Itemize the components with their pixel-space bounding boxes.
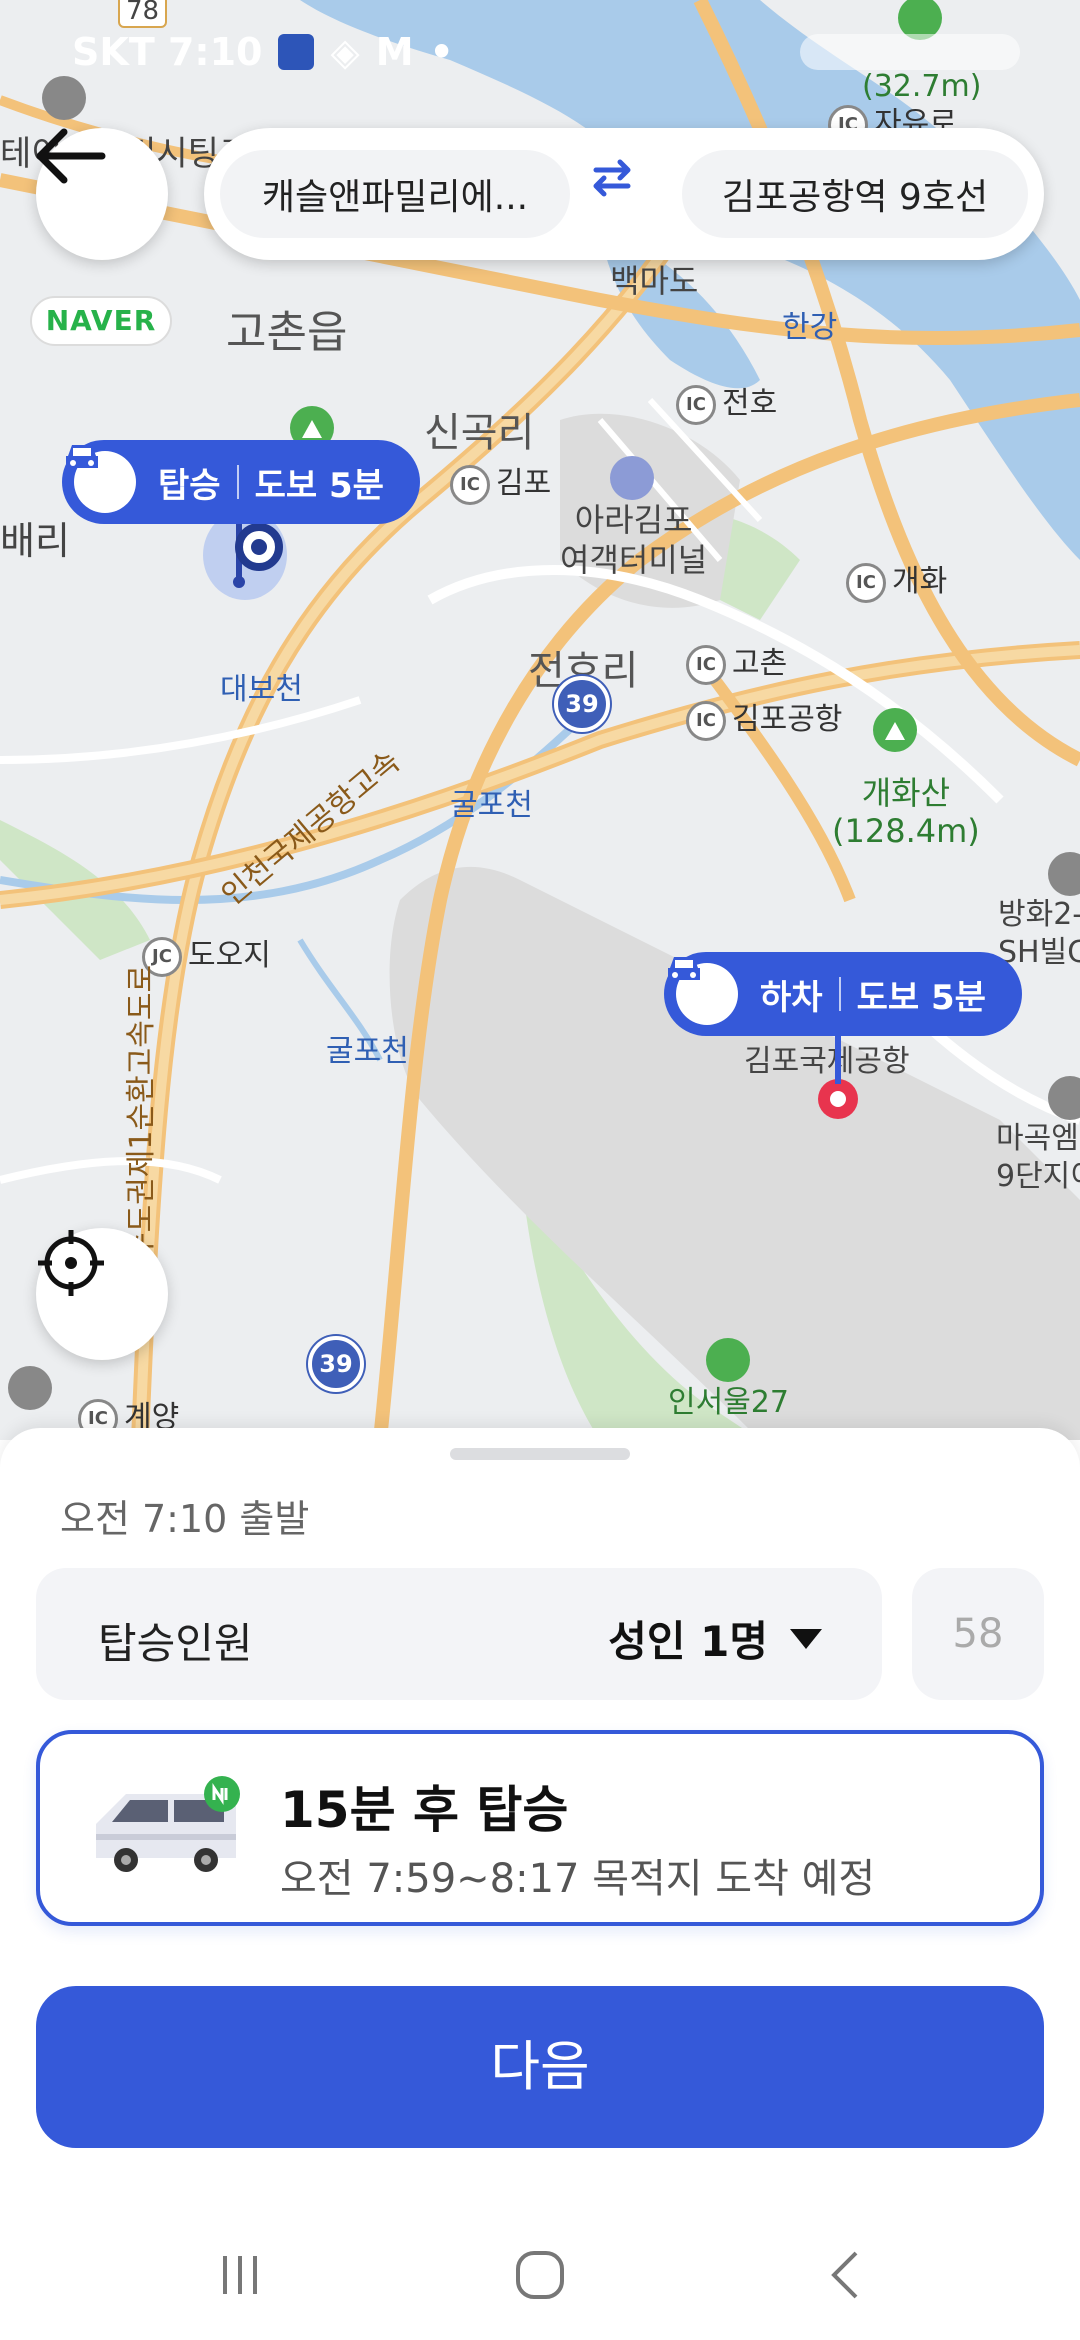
- navigation-icon: ◈: [330, 30, 360, 74]
- boarding-eta: 15분 후 탑승: [280, 1781, 569, 1839]
- recent-apps-button[interactable]: [180, 2230, 300, 2320]
- dot-icon: •: [429, 30, 454, 74]
- mail-icon: M: [375, 30, 414, 74]
- alighting-action: 하차: [760, 977, 823, 1018]
- route-39-shield: 39: [554, 676, 610, 732]
- next-button[interactable]: 다음: [36, 1986, 1044, 2148]
- origin-field[interactable]: 캐슬앤파밀리에...: [220, 150, 570, 238]
- back-nav-button[interactable]: [784, 2230, 904, 2320]
- current-location-button[interactable]: [36, 1228, 168, 1360]
- home-icon: [516, 2251, 564, 2299]
- recents-icon: [223, 2256, 257, 2294]
- departure-time: 오전 7:10 출발: [60, 1497, 310, 1541]
- van-icon: [96, 1776, 240, 1872]
- magok-label: 마곡엠 9단지이: [996, 1121, 1080, 1194]
- ring-expressway-label: 수도권제1순환고속도로: [124, 964, 159, 1260]
- left-edge-label: 배리: [0, 519, 70, 563]
- destination-field[interactable]: 김포공항역 9호선: [682, 150, 1028, 238]
- sheet-grabber[interactable]: [450, 1448, 630, 1460]
- app-notification-icon: [278, 34, 315, 70]
- status-bar: SKT 7:10 ◈ M •: [0, 0, 1080, 110]
- gimpo-intl-airport-label: 김포국제공항: [744, 1044, 910, 1079]
- gochon-ic-label: IC 고촌: [686, 638, 787, 685]
- gimpo-airport-ic-label: IC 김포공항: [686, 694, 842, 741]
- system-navigation-bar: [0, 2210, 1080, 2340]
- status-right-icons: [800, 34, 1020, 70]
- passenger-selector[interactable]: 탑승인원 성인 1명: [36, 1568, 882, 1700]
- swap-button[interactable]: [590, 158, 662, 230]
- crosshair-icon: [38, 1230, 104, 1296]
- gulpocheon-label-2: 굴포천: [326, 1034, 409, 1069]
- home-button[interactable]: [480, 2230, 600, 2320]
- ic-icon: IC: [676, 384, 716, 425]
- bangwha-label: 방화2- SH빌C: [998, 897, 1080, 970]
- swap-arrows-icon: [593, 159, 631, 197]
- back-button[interactable]: [36, 128, 168, 260]
- route-selector: 캐슬앤파밀리에... 김포공항역 9호선: [204, 128, 1044, 260]
- gochon-label: 고촌읍: [226, 307, 348, 358]
- alighting-stem: [835, 1034, 841, 1084]
- gulpocheon-label-1: 굴포천: [450, 788, 533, 823]
- naver-logo: NAVER: [30, 296, 172, 346]
- count-badge: 58: [912, 1568, 1044, 1700]
- ic-icon: IC: [686, 644, 726, 685]
- baekmado-label: 백마도: [610, 262, 699, 300]
- passenger-dropdown[interactable]: 성인 1명: [608, 1608, 822, 1669]
- carrier-time: SKT 7:10: [72, 30, 263, 74]
- daebocheon-label: 대보천: [220, 672, 303, 707]
- gaehwasan-label: 개화산 (128.4m): [832, 774, 980, 850]
- ride-option-card[interactable]: 15분 후 탑승 오전 7:59~8:17 목적지 도착 예정: [36, 1730, 1044, 1926]
- passenger-label: 탑승인원: [98, 1619, 253, 1668]
- ara-terminal-label: 아라김포 여객터미널: [560, 501, 708, 579]
- hangang-label: 한강: [782, 310, 838, 345]
- arrival-estimate: 오전 7:59~8:17 목적지 도착 예정: [280, 1856, 876, 1902]
- inseoul27-label: 인서울27: [668, 1385, 789, 1420]
- booking-sheet: 오전 7:10 출발 탑승인원 성인 1명 58 15분 후 탑승 오전 7:5…: [0, 1428, 1080, 2340]
- ic-icon: IC: [450, 464, 490, 505]
- jeonho-ic-label: IC 전호: [676, 378, 777, 425]
- boarding-action: 탑승: [158, 465, 221, 506]
- gaehwa-ic-label: IC 개화: [846, 556, 947, 603]
- passenger-value: 성인 1명: [608, 1617, 768, 1666]
- dropdown-arrow-icon: [790, 1628, 822, 1649]
- separator: [236, 465, 239, 499]
- ic-icon: IC: [686, 700, 726, 741]
- route-39-shield-south: 39: [308, 1336, 364, 1392]
- car-icon: [66, 445, 136, 513]
- status-left: SKT 7:10 ◈ M •: [72, 30, 454, 74]
- boarding-callout[interactable]: 탑승 도보 5분: [62, 440, 420, 524]
- dooji-jc-label: JC 도오지: [142, 930, 271, 977]
- alighting-walk-time: 도보 5분: [856, 977, 986, 1018]
- map-view[interactable]: 78 (32.7m) JC자유로 테이트파미시팅고 고촌읍 백마도 한강 IC전…: [0, 0, 1080, 1440]
- singokri-label: 신곡리: [424, 410, 535, 456]
- separator: [838, 977, 841, 1011]
- alighting-callout[interactable]: 하차 도보 5분: [664, 952, 1022, 1036]
- car-icon: [668, 957, 738, 1025]
- arrow-left-icon: [36, 128, 106, 184]
- chevron-left-icon: [831, 2251, 858, 2299]
- boarding-walk-time: 도보 5분: [254, 465, 384, 506]
- ic-icon: IC: [846, 562, 886, 603]
- gimpo-ic-label: IC 김포: [450, 458, 551, 505]
